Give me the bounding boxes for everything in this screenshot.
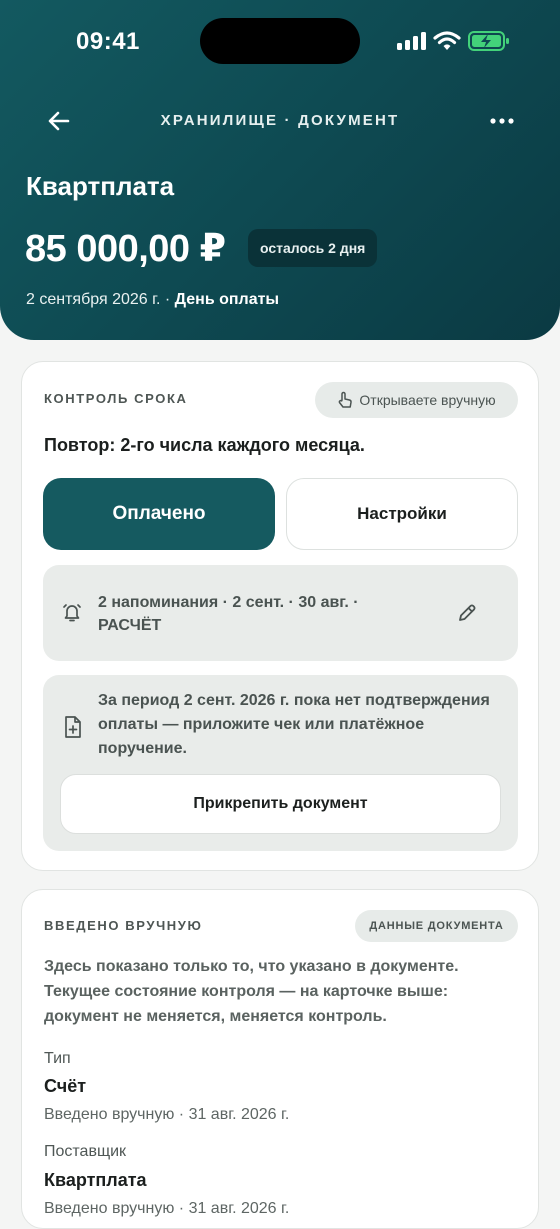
deadline-control-card: КОНТРОЛЬ СРОКА Открываете вручную Повтор… xyxy=(21,361,539,871)
field-value-supplier: Квартплата xyxy=(44,1170,147,1190)
file-plus-icon xyxy=(65,716,81,738)
due-separator: · xyxy=(160,291,175,308)
manual-info-text: Здесь показано только то, что указано в … xyxy=(44,958,459,1025)
control-eyebrow: КОНТРОЛЬ СРОКА xyxy=(44,391,188,406)
field-value-type: Счёт xyxy=(44,1076,87,1096)
battery-charging-icon xyxy=(468,31,509,51)
reminders-row[interactable]: 2 напоминания · 2 сент. · 30 авг. · РАСЧ… xyxy=(43,565,518,661)
document-data-pill[interactable]: ДАННЫЕ ДОКУМЕНТА xyxy=(355,910,518,942)
bell-alarm-icon xyxy=(63,604,81,622)
field-meta-supplier: Введено вручную · 31 авг. 2026 г. xyxy=(44,1200,290,1217)
field-meta-type: Введено вручную · 31 авг. 2026 г. xyxy=(44,1106,290,1123)
reminders-summary: 2 напоминания · 2 сент. · 30 авг. · РАСЧ… xyxy=(98,591,359,637)
pencil-edit-icon[interactable] xyxy=(455,601,479,625)
attach-proof-text: За период 2 сент. 2026 г. пока нет подтв… xyxy=(98,692,490,757)
document-amount: 85 000,00 ₽ xyxy=(25,228,226,270)
manual-entry-card: ВВЕДЕНО ВРУЧНУЮ ДАННЫЕ ДОКУМЕНТА Здесь п… xyxy=(21,889,539,1229)
cellular-signal-icon xyxy=(397,32,427,50)
due-label: День оплаты xyxy=(174,291,280,308)
document-title: Квартплата xyxy=(26,171,175,201)
more-button[interactable] xyxy=(484,104,520,138)
field-label-supplier: Поставщик xyxy=(44,1143,127,1160)
manual-eyebrow: ВВЕДЕНО ВРУЧНУЮ xyxy=(44,918,203,933)
tap-hand-icon xyxy=(339,391,353,408)
status-bar: 09:41 xyxy=(0,0,560,80)
manual-open-pill[interactable]: Открываете вручную xyxy=(315,382,518,418)
reminders-line-1: 2 напоминания · 2 сент. · 30 авг. · xyxy=(98,594,359,611)
header: 09:41 ХРАНИЛИЩЕ · ДОКУМЕНТ Квартплата 85… xyxy=(0,0,560,340)
due-date: 2 сентября 2026 г. xyxy=(26,291,161,308)
nav-bar: ХРАНИЛИЩЕ · ДОКУМЕНТ xyxy=(0,100,560,142)
attach-proof-panel: За период 2 сент. 2026 г. пока нет подтв… xyxy=(43,675,518,851)
dynamic-island xyxy=(200,18,360,64)
status-time: 09:41 xyxy=(76,28,140,55)
settings-button[interactable]: Настройки xyxy=(286,478,518,550)
reminders-line-2: РАСЧЁТ xyxy=(98,617,162,634)
attach-document-button[interactable]: Прикрепить документ xyxy=(60,774,501,834)
field-label-type: Тип xyxy=(44,1050,71,1067)
days-left-badge: осталось 2 дня xyxy=(248,229,378,267)
due-date-line: 2 сентября 2026 г. · День оплаты xyxy=(26,291,279,309)
paid-button[interactable]: Оплачено xyxy=(43,478,275,550)
more-dots-icon xyxy=(490,118,514,124)
repeat-rule: Повтор: 2-го числа каждого месяца. xyxy=(44,435,365,455)
wifi-icon xyxy=(433,31,461,50)
nav-title: ХРАНИЛИЩЕ · ДОКУМЕНТ xyxy=(160,112,400,129)
manual-open-label: Открываете вручную xyxy=(359,392,496,408)
